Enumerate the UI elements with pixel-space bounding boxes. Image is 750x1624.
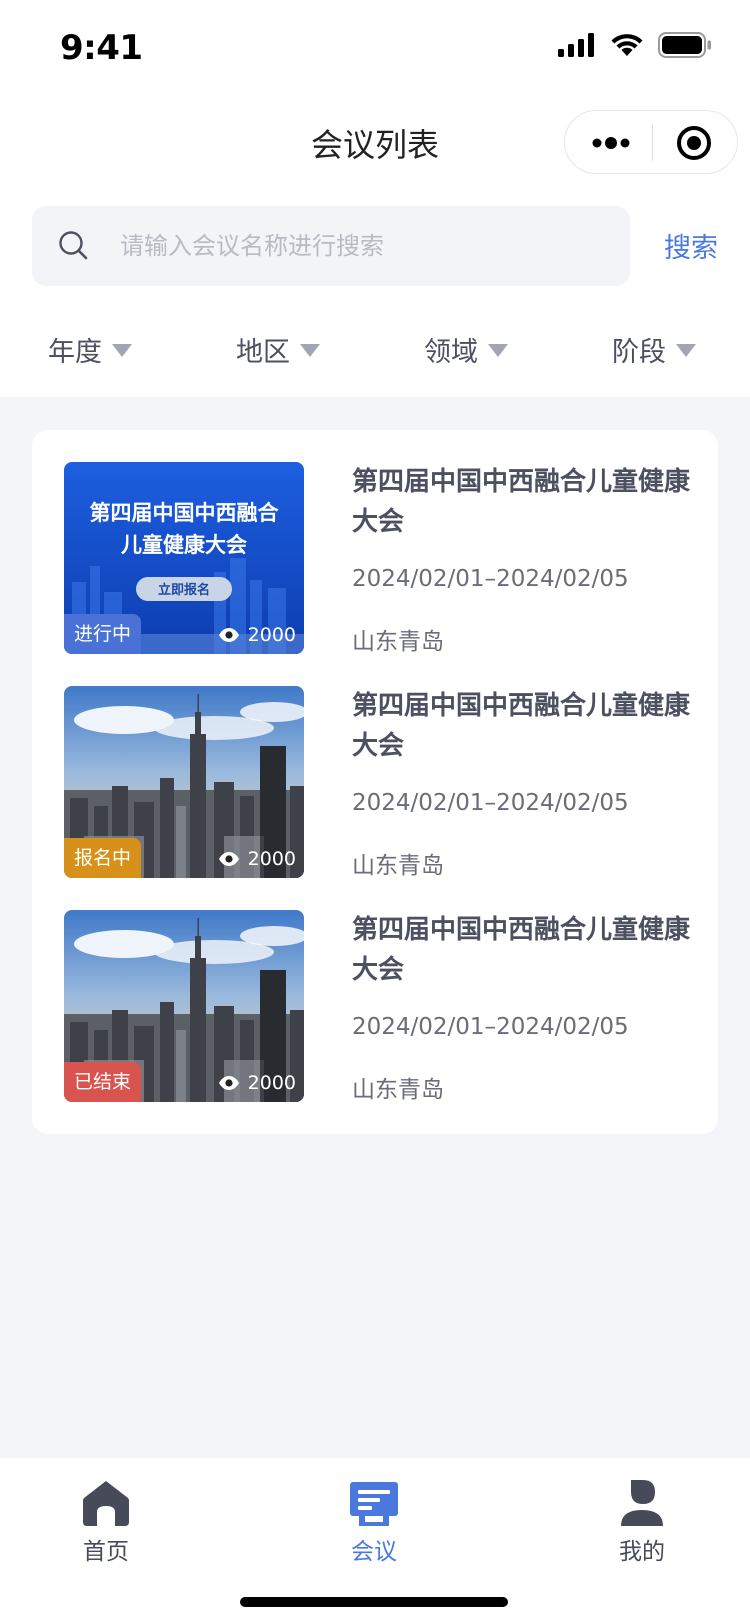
more-icon[interactable]	[591, 133, 631, 153]
conference-location: 山东青岛	[352, 1077, 444, 1103]
filter-bar: 年度 地区 领域 阶段	[0, 322, 750, 378]
eye-icon	[218, 628, 239, 642]
status-bar: 9:41	[0, 0, 750, 96]
conference-item[interactable]: 报名中 2000 第四届中国中西融合儿童健康大会 2024/02/01–2024…	[64, 686, 690, 879]
battery-icon	[658, 32, 711, 58]
banner-line2: 儿童健康大会	[121, 533, 247, 557]
capsule-divider	[652, 125, 653, 161]
status-badge: 报名中	[64, 838, 142, 878]
view-count-value: 2000	[247, 848, 296, 870]
close-target-icon[interactable]	[676, 125, 712, 161]
meeting-icon	[350, 1482, 398, 1526]
tab-profile[interactable]: 我的	[582, 1478, 702, 1566]
conference-thumbnail: 报名中 2000	[64, 686, 304, 878]
filter-label: 阶段	[612, 337, 666, 368]
conference-title: 第四届中国中西融合儿童健康大会	[352, 691, 691, 761]
search-box	[32, 206, 630, 286]
conference-location: 山东青岛	[352, 629, 444, 655]
home-indicator	[240, 1597, 508, 1607]
banner-line1: 第四届中国中西融合	[90, 501, 280, 525]
conference-thumbnail: 第四届中国中西融合 儿童健康大会 立即报名 进行中 2000	[64, 462, 304, 654]
search-icon	[59, 231, 88, 260]
view-count: 2000	[218, 848, 296, 870]
status-badge: 进行中	[64, 614, 142, 654]
eye-icon	[218, 1076, 239, 1090]
filter-label: 年度	[48, 337, 102, 368]
conference-title: 第四届中国中西融合儿童健康大会	[352, 467, 691, 537]
filter-field[interactable]: 领域	[424, 330, 508, 369]
tab-home[interactable]: 首页	[46, 1478, 166, 1566]
signal-icon	[558, 33, 594, 57]
mini-program-capsule	[564, 110, 738, 174]
conference-title: 第四届中国中西融合儿童健康大会	[352, 915, 691, 985]
tab-label: 首页	[83, 1539, 129, 1565]
filter-label: 领域	[424, 337, 478, 368]
search-button[interactable]: 搜索	[664, 226, 718, 265]
conference-list: 第四届中国中西融合 儿童健康大会 立即报名 进行中 2000 第四届中国中西融合…	[32, 430, 718, 1134]
conference-date: 2024/02/01–2024/02/05	[352, 566, 629, 592]
filter-stage[interactable]: 阶段	[612, 330, 696, 369]
view-count: 2000	[218, 624, 296, 646]
view-count: 2000	[218, 1072, 296, 1094]
tab-label: 我的	[619, 1539, 665, 1565]
conference-date: 2024/02/01–2024/02/05	[352, 1014, 629, 1040]
wifi-icon	[611, 34, 643, 56]
status-badge: 已结束	[64, 1062, 142, 1102]
banner-button: 立即报名	[158, 582, 210, 598]
conference-thumbnail: 已结束 2000	[64, 910, 304, 1102]
search-input[interactable]	[120, 206, 610, 286]
status-icons	[558, 32, 712, 58]
conference-location: 山东青岛	[352, 853, 444, 879]
filter-region[interactable]: 地区	[236, 330, 320, 369]
view-count-value: 2000	[247, 1072, 296, 1094]
filter-year[interactable]: 年度	[48, 330, 132, 369]
caret-down-icon	[112, 344, 132, 357]
conference-date: 2024/02/01–2024/02/05	[352, 790, 629, 816]
filter-label: 地区	[236, 337, 290, 368]
profile-icon	[621, 1480, 663, 1526]
conference-item[interactable]: 已结束 2000 第四届中国中西融合儿童健康大会 2024/02/01–2024…	[64, 910, 690, 1103]
caret-down-icon	[488, 344, 508, 357]
caret-down-icon	[676, 344, 696, 357]
tab-meeting[interactable]: 会议	[314, 1478, 434, 1566]
view-count-value: 2000	[247, 624, 296, 646]
status-time: 9:41	[60, 28, 143, 68]
eye-icon	[218, 852, 239, 866]
caret-down-icon	[300, 344, 320, 357]
home-icon	[83, 1481, 129, 1526]
tab-label: 会议	[351, 1539, 397, 1565]
conference-item[interactable]: 第四届中国中西融合 儿童健康大会 立即报名 进行中 2000 第四届中国中西融合…	[64, 462, 690, 655]
